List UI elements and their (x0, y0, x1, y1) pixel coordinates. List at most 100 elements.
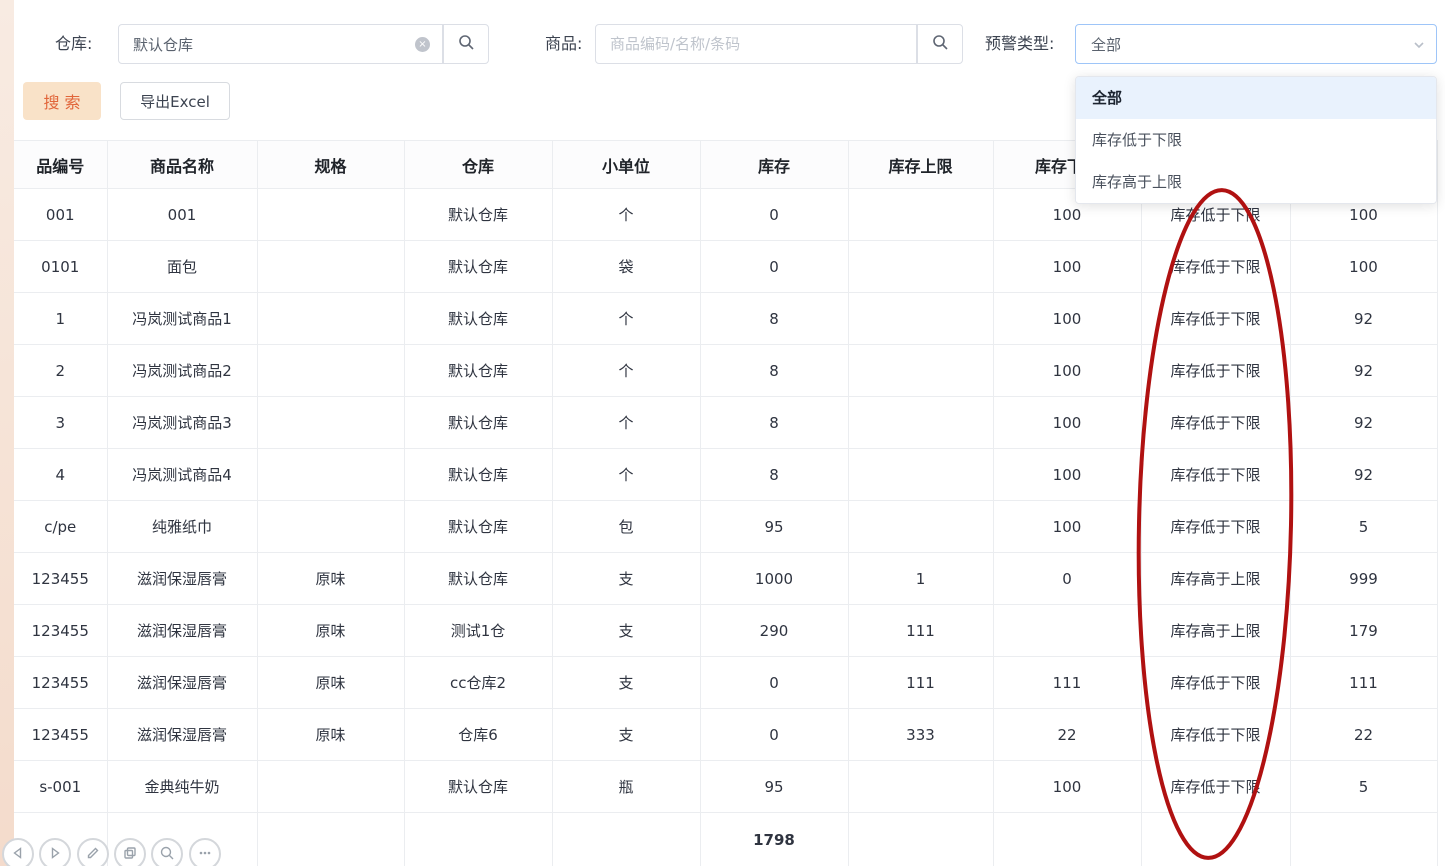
table-row[interactable]: 0101面包默认仓库袋0100库存低于下限100 (14, 241, 1437, 293)
product-search-button[interactable] (917, 24, 963, 64)
table-cell (993, 605, 1141, 657)
export-excel-button[interactable]: 导出Excel (120, 82, 230, 120)
app-window: 仓库: × 商品: 预警类型: 全部 (14, 0, 1445, 866)
table-cell: 默认仓库 (404, 553, 552, 605)
table-cell (848, 501, 993, 553)
alert-type-option[interactable]: 库存高于上限 (1076, 161, 1436, 203)
table-cell: 库存低于下限 (1141, 293, 1290, 345)
table-cell: 0101 (14, 241, 107, 293)
table-cell (848, 397, 993, 449)
table-cell: 22 (1290, 709, 1437, 761)
table-cell: 原味 (257, 709, 404, 761)
table-cell: 冯岚测试商品1 (107, 293, 257, 345)
more-button[interactable] (189, 838, 221, 866)
table-row[interactable]: 123455滋润保湿唇膏原味cc仓库2支0111111库存低于下限111 (14, 657, 1437, 709)
table-cell: 5 (1290, 761, 1437, 813)
table-cell: 默认仓库 (404, 397, 552, 449)
next-icon (47, 845, 63, 864)
table-cell: 1 (848, 553, 993, 605)
table-cell: 333 (848, 709, 993, 761)
table-cell: 8 (700, 293, 848, 345)
table-cell: 库存低于下限 (1141, 501, 1290, 553)
table-cell: 个 (552, 345, 700, 397)
table-cell: 100 (993, 501, 1141, 553)
table-cell (257, 293, 404, 345)
table-row[interactable]: 123455滋润保湿唇膏原味仓库6支033322库存低于下限22 (14, 709, 1437, 761)
table-row[interactable]: 1冯岚测试商品1默认仓库个8100库存低于下限92 (14, 293, 1437, 345)
table-cell: 100 (993, 761, 1141, 813)
next-button[interactable] (39, 838, 71, 866)
column-header: 仓库 (404, 141, 552, 189)
copy-button[interactable] (114, 838, 146, 866)
table-cell: 默认仓库 (404, 241, 552, 293)
table-cell (848, 761, 993, 813)
zoom-icon (159, 845, 175, 864)
table-cell: 个 (552, 293, 700, 345)
table-cell: 8 (700, 397, 848, 449)
table-cell: 999 (1290, 553, 1437, 605)
column-header: 规格 (257, 141, 404, 189)
table-cell: 0 (700, 189, 848, 241)
alert-type-select[interactable]: 全部 (1075, 24, 1437, 64)
table-cell: 默认仓库 (404, 449, 552, 501)
zoom-button[interactable] (151, 838, 183, 866)
clear-icon[interactable]: × (415, 37, 430, 52)
product-input[interactable] (595, 24, 917, 64)
table-cell: 个 (552, 449, 700, 501)
table-cell: 0 (700, 709, 848, 761)
table-cell: 100 (993, 397, 1141, 449)
table-row[interactable]: 123455滋润保湿唇膏原味默认仓库支100010库存高于上限999 (14, 553, 1437, 605)
table-cell: 支 (552, 605, 700, 657)
table-cell: 包 (552, 501, 700, 553)
table-cell: 8 (700, 449, 848, 501)
table-cell: 123455 (14, 605, 107, 657)
table-cell: 290 (700, 605, 848, 657)
table-cell: 111 (848, 657, 993, 709)
table-cell (1141, 813, 1290, 866)
table-cell (848, 345, 993, 397)
table-row[interactable]: 3冯岚测试商品3默认仓库个8100库存低于下限92 (14, 397, 1437, 449)
table-cell (404, 813, 552, 866)
table-cell: 默认仓库 (404, 761, 552, 813)
table-cell (848, 813, 993, 866)
search-icon (458, 34, 475, 54)
table-cell: 0 (993, 553, 1141, 605)
alert-type-dropdown: 全部库存低于下限库存高于上限 (1075, 76, 1437, 204)
search-button[interactable]: 搜 索 (23, 82, 101, 120)
copy-icon (122, 845, 138, 864)
table-cell: 0 (700, 241, 848, 293)
table-row[interactable]: 4冯岚测试商品4默认仓库个8100库存低于下限92 (14, 449, 1437, 501)
table-row[interactable]: 2冯岚测试商品2默认仓库个8100库存低于下限92 (14, 345, 1437, 397)
table-cell: 支 (552, 657, 700, 709)
inventory-table-area: 品编号商品名称规格仓库小单位库存库存上限库存下限 001001默认仓库个0100… (14, 140, 1438, 866)
table-cell: 冯岚测试商品4 (107, 449, 257, 501)
table-cell: 4 (14, 449, 107, 501)
pencil-button[interactable] (77, 838, 109, 866)
table-cell: 默认仓库 (404, 501, 552, 553)
table-cell: 库存高于上限 (1141, 605, 1290, 657)
table-cell: 123455 (14, 657, 107, 709)
warehouse-label: 仓库: (55, 24, 92, 64)
alert-type-option[interactable]: 库存低于下限 (1076, 119, 1436, 161)
column-header: 商品名称 (107, 141, 257, 189)
table-cell: 库存低于下限 (1141, 397, 1290, 449)
table-cell (552, 813, 700, 866)
table-row[interactable]: s-001金典纯牛奶默认仓库瓶95100库存低于下限5 (14, 761, 1437, 813)
column-header: 品编号 (14, 141, 107, 189)
table-row[interactable]: 123455滋润保湿唇膏原味测试1仓支290111库存高于上限179 (14, 605, 1437, 657)
alert-type-option[interactable]: 全部 (1076, 77, 1436, 119)
table-cell: 001 (107, 189, 257, 241)
previous-button[interactable] (2, 838, 34, 866)
table-cell: 123455 (14, 553, 107, 605)
warehouse-search-button[interactable] (443, 24, 489, 64)
table-cell: 0 (700, 657, 848, 709)
warehouse-input[interactable] (118, 24, 443, 64)
table-cell: 支 (552, 553, 700, 605)
table-row[interactable]: c/pe纯雅纸巾默认仓库包95100库存低于下限5 (14, 501, 1437, 553)
table-cell: 95 (700, 501, 848, 553)
table-cell: s-001 (14, 761, 107, 813)
table-cell: 111 (1290, 657, 1437, 709)
table-cell (257, 241, 404, 293)
table-cell: 原味 (257, 553, 404, 605)
chevron-down-icon (1412, 38, 1426, 56)
